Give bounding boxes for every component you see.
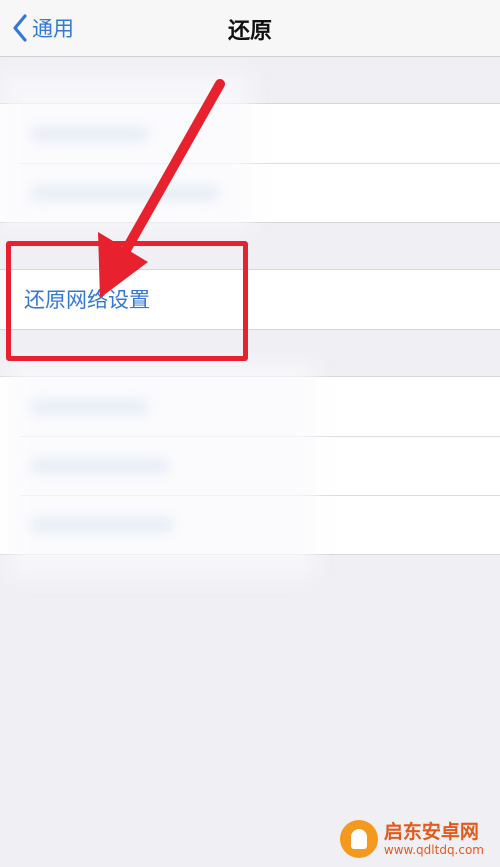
watermark-url: www.qdltdq.com	[383, 843, 484, 857]
watermark: 启东安卓网 www.qdltdq.com	[332, 817, 492, 861]
watermark-name: 启东安卓网	[383, 821, 479, 843]
watermark-logo-icon	[339, 820, 378, 858]
annotation-arrow-icon	[98, 79, 225, 298]
